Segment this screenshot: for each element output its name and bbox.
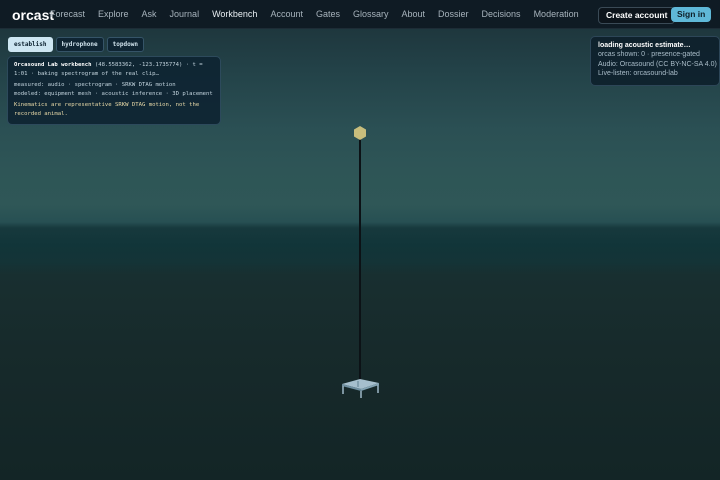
info-note: Kinematics are representative SRKW DTAG … <box>14 102 200 117</box>
nav-link-workbench[interactable]: Workbench <box>212 9 257 19</box>
sign-in-button[interactable]: Sign in <box>671 7 712 22</box>
brand-logo[interactable]: orcast <box>12 7 54 23</box>
nav-link-dossier[interactable]: Dossier <box>438 9 469 19</box>
top-nav: orcast Forecast Explore Ask Journal Work… <box>0 0 720 29</box>
nav-link-decisions[interactable]: Decisions <box>482 9 521 19</box>
nav-link-explore[interactable]: Explore <box>98 9 129 19</box>
status-audio-credit: Audio: Orcasound (CC BY-NC-SA 4.0) <box>598 60 717 68</box>
acoustic-status-panel: loading acoustic estimate… orcas shown: … <box>590 36 720 86</box>
nav-link-glossary[interactable]: Glossary <box>353 9 389 19</box>
info-title: Orcasound Lab workbench <box>14 62 92 68</box>
camera-tab-establish[interactable]: establish <box>8 37 53 52</box>
seafloor-platform <box>342 379 379 398</box>
camera-tabs: establish hydrophone topdown <box>8 37 147 52</box>
status-live-listen[interactable]: Live-listen: orcasound-lab <box>598 69 712 78</box>
info-measured: measured: audio · spectrogram · SRKW DTA… <box>14 82 176 89</box>
surface-buoy <box>354 126 366 140</box>
info-modeled: modeled: equipment mesh · acoustic infer… <box>14 90 213 97</box>
info-header: Orcasound Lab workbench (48.5583362, -12… <box>14 61 214 78</box>
nav-link-about[interactable]: About <box>402 9 426 19</box>
nav-link-ask[interactable]: Ask <box>142 9 157 19</box>
nav-link-gates[interactable]: Gates <box>316 9 340 19</box>
nav-link-journal[interactable]: Journal <box>170 9 200 19</box>
nav-link-forecast[interactable]: Forecast <box>50 9 85 19</box>
nav-links: Forecast Explore Ask Journal Workbench A… <box>50 9 592 19</box>
camera-tab-hydrophone[interactable]: hydrophone <box>55 37 104 52</box>
status-orcas-shown: orcas shown: 0 · presence-gated <box>598 51 700 59</box>
nav-link-moderation[interactable]: Moderation <box>534 9 579 19</box>
workbench-info-panel: Orcasound Lab workbench (48.5583362, -12… <box>7 56 221 125</box>
camera-tab-topdown[interactable]: topdown <box>106 37 144 52</box>
status-loading: loading acoustic estimate… <box>598 42 691 49</box>
nav-link-account[interactable]: Account <box>270 9 303 19</box>
create-account-button[interactable]: Create account <box>598 7 676 24</box>
